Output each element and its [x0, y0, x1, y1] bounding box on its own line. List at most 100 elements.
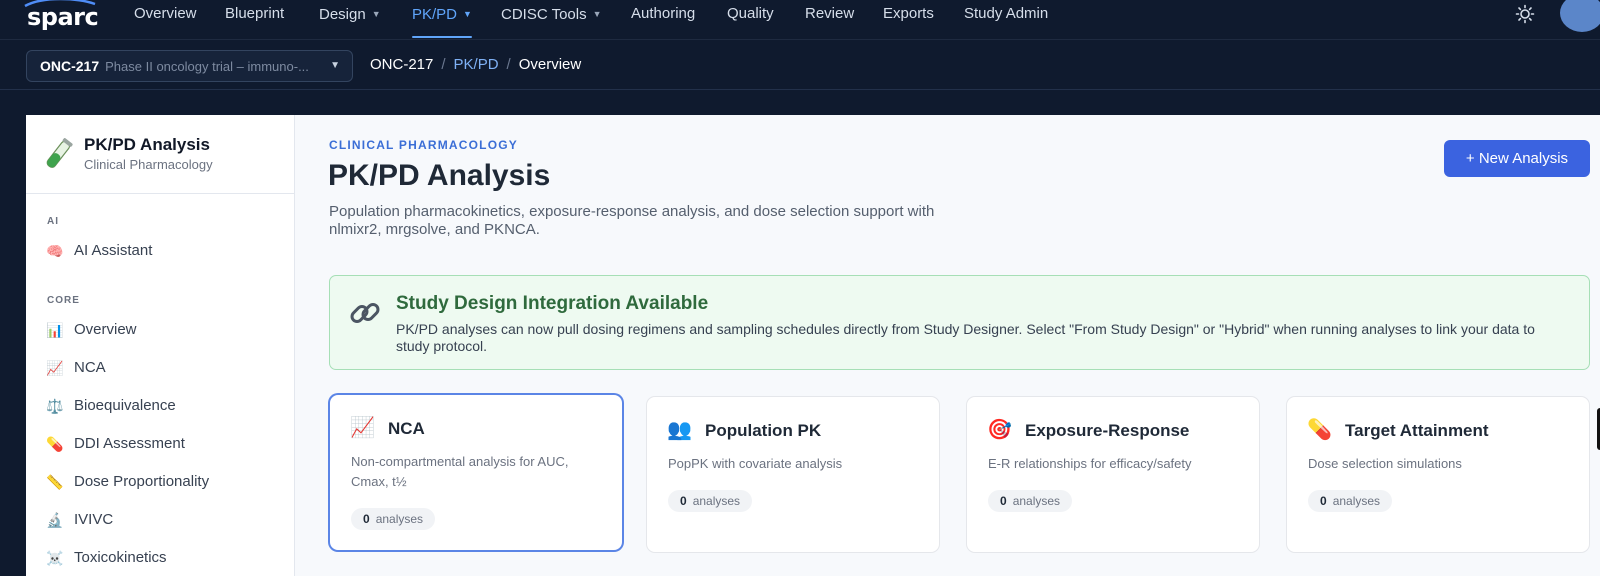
scales-icon: ⚖️ — [46, 398, 64, 414]
nav-label: Quality — [727, 5, 774, 22]
line-chart-icon: 📈 — [350, 417, 375, 439]
analysis-count: 0 — [363, 512, 370, 526]
banner-title: Study Design Integration Available — [396, 293, 709, 314]
sidebar-item-label: Bioequivalence — [74, 397, 176, 414]
nav-label: Review — [805, 5, 855, 22]
breadcrumb-separator: / — [441, 56, 446, 73]
nav-cdisc-tools[interactable]: CDISC Tools ▼ — [501, 0, 602, 40]
line-chart-icon: 📈 — [46, 360, 64, 376]
card-description: E-R relationships for efficacy/safety — [988, 456, 1192, 471]
analysis-count: 0 — [1320, 494, 1327, 508]
sidebar-item-overview[interactable]: 📊 Overview — [26, 314, 294, 346]
analysis-count-badge: 0 analyses — [988, 490, 1073, 512]
people-icon: 👥 — [667, 419, 692, 441]
analysis-count-label: analyses — [1012, 494, 1061, 508]
sidebar-section-core: CORE — [47, 295, 80, 306]
brain-icon: 🧠 — [46, 243, 64, 259]
sidebar-title: PK/PD Analysis — [84, 135, 210, 154]
page-description: Population pharmacokinetics, exposure-re… — [329, 203, 935, 238]
sidebar-item-nca[interactable]: 📈 NCA — [26, 352, 294, 384]
bar-chart-icon: 📊 — [46, 322, 64, 338]
nav-blueprint[interactable]: Blueprint — [225, 0, 284, 40]
sidebar-item-label: IVIVC — [74, 511, 114, 528]
sidebar-section-ai: AI — [47, 216, 59, 227]
sidebar-item-label: AI Assistant — [74, 242, 153, 259]
nav-overview[interactable]: Overview — [134, 0, 197, 40]
breadcrumb-separator: / — [506, 56, 511, 73]
breadcrumb-study[interactable]: ONC-217 — [370, 56, 433, 73]
analysis-count-label: analyses — [1332, 494, 1381, 508]
nav-label: Study Admin — [964, 5, 1049, 22]
nav-design[interactable]: Design ▼ — [319, 0, 381, 40]
sidebar-subtitle: Clinical Pharmacology — [84, 157, 213, 172]
nav-label: Blueprint — [225, 5, 285, 22]
link-icon — [350, 303, 380, 323]
chevron-down-icon: ▼ — [463, 9, 472, 19]
sidebar-item-label: NCA — [74, 359, 106, 376]
card-title: NCA — [388, 419, 425, 438]
study-selector[interactable]: ONC-217 Phase II oncology trial – immuno-… — [26, 50, 353, 82]
sidebar: PK/PD Analysis Clinical Pharmacology AI … — [26, 115, 295, 576]
sidebar-item-label: Dose Proportionality — [74, 473, 210, 490]
test-tube-icon — [46, 138, 73, 168]
nav-pkpd[interactable]: PK/PD ▼ — [412, 0, 472, 40]
section-eyebrow: CLINICAL PHARMACOLOGY — [329, 138, 518, 152]
ruler-icon: 📏 — [46, 474, 64, 490]
nav-label: Exports — [883, 5, 934, 22]
analysis-count-badge: 0 analyses — [668, 490, 753, 512]
nav-label: PK/PD — [412, 6, 458, 23]
chevron-down-icon: ▼ — [592, 9, 602, 19]
analysis-count-badge: 0 analyses — [1308, 490, 1393, 512]
logo-text: sparc — [27, 3, 98, 30]
nav-study-admin[interactable]: Study Admin — [964, 0, 1048, 40]
main-panel: PK/PD Analysis Clinical Pharmacology AI … — [26, 115, 1600, 576]
new-analysis-button[interactable]: + New Analysis — [1444, 140, 1590, 177]
integration-banner: Study Design Integration Available PK/PD… — [329, 275, 1590, 370]
sidebar-item-ddi-assessment[interactable]: 💊 DDI Assessment — [26, 428, 294, 460]
nav-exports[interactable]: Exports — [883, 0, 934, 40]
breadcrumb: ONC-217 / PK/PD / Overview — [370, 51, 581, 79]
card-description: Non-compartmental analysis for AUC, Cmax… — [351, 454, 569, 489]
sidebar-header: PK/PD Analysis Clinical Pharmacology — [26, 115, 295, 194]
sidebar-item-label: Overview — [74, 321, 137, 338]
nav-label: CDISC Tools — [501, 6, 587, 23]
card-title: Exposure-Response — [1025, 421, 1190, 440]
skull-icon: ☠️ — [46, 550, 64, 566]
study-description: Phase II oncology trial – immuno-... — [105, 59, 309, 74]
avatar[interactable] — [1560, 0, 1600, 32]
sun-icon[interactable] — [1515, 4, 1535, 24]
sidebar-item-label: DDI Assessment — [74, 435, 185, 452]
nav-quality[interactable]: Quality — [727, 0, 774, 40]
chevron-down-icon: ▼ — [330, 60, 340, 71]
analysis-count: 0 — [680, 494, 687, 508]
analysis-count-badge: 0 analyses — [351, 508, 436, 530]
pill-icon: 💊 — [1307, 419, 1332, 441]
sidebar-item-bioequivalence[interactable]: ⚖️ Bioequivalence — [26, 390, 294, 422]
sidebar-item-ivivc[interactable]: 🔬 IVIVC — [26, 504, 294, 536]
breadcrumb-pkpd[interactable]: PK/PD — [454, 56, 499, 73]
pill-icon: 💊 — [46, 436, 64, 452]
card-title: Target Attainment — [1345, 421, 1489, 440]
nav-review[interactable]: Review — [805, 0, 854, 40]
study-code: ONC-217 — [40, 58, 100, 74]
card-description: Dose selection simulations — [1308, 456, 1462, 471]
target-icon: 🎯 — [987, 419, 1012, 441]
nav-label: Overview — [134, 5, 197, 22]
analysis-card-target-attainment[interactable]: 💊 Target Attainment Dose selection simul… — [1286, 396, 1590, 553]
nav-label: Authoring — [631, 5, 696, 22]
analysis-card-population-pk[interactable]: 👥 Population PK PopPK with covariate ana… — [646, 396, 940, 553]
sidebar-item-ai-assistant[interactable]: 🧠 AI Assistant — [26, 235, 294, 267]
card-description: PopPK with covariate analysis — [668, 456, 843, 471]
page-title: PK/PD Analysis — [328, 159, 551, 192]
analysis-count-label: analyses — [692, 494, 741, 508]
sidebar-item-dose-proportionality[interactable]: 📏 Dose Proportionality — [26, 466, 294, 498]
microscope-icon: 🔬 — [46, 512, 64, 528]
analysis-card-exposure-response[interactable]: 🎯 Exposure-Response E-R relationships fo… — [966, 396, 1260, 553]
analysis-card-nca[interactable]: 📈 NCA Non-compartmental analysis for AUC… — [329, 394, 623, 551]
sidebar-item-toxicokinetics[interactable]: ☠️ Toxicokinetics — [26, 542, 294, 574]
banner-text: PK/PD analyses can now pull dosing regim… — [396, 321, 1535, 354]
sidebar-item-label: Toxicokinetics — [74, 549, 167, 566]
top-nav: sparc Overview Blueprint Design ▼ PK/PD ▼ … — [0, 0, 1600, 40]
nav-authoring[interactable]: Authoring — [631, 0, 695, 40]
nav-label: Design — [319, 6, 366, 23]
